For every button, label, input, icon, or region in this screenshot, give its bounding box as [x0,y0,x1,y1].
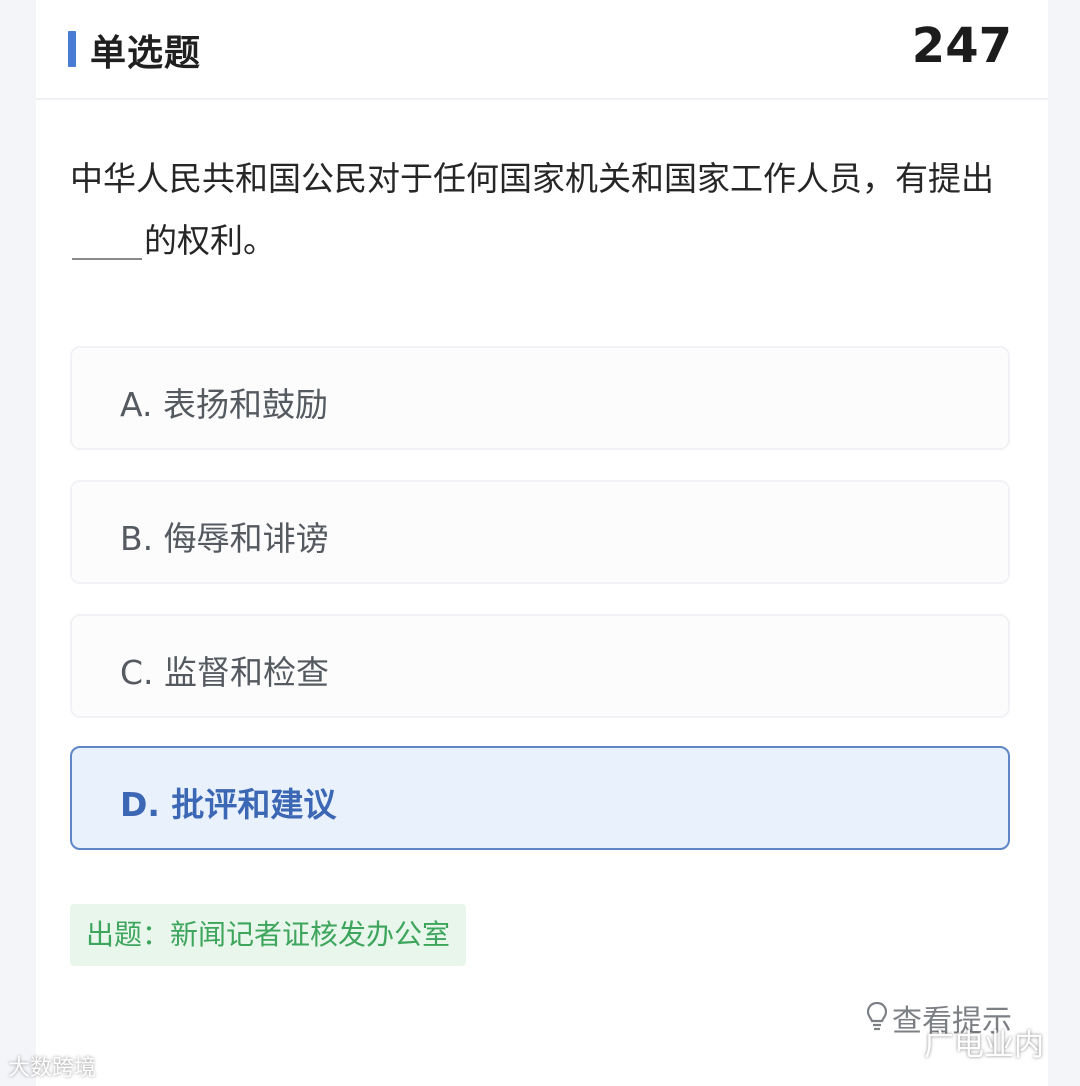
option-c[interactable]: C. 监督和检查 [70,614,1010,718]
watermark-right-text: 广电业内 [924,1028,1044,1063]
option-a-label: A. 表扬和鼓励 [120,385,328,424]
watermark-right: 广电业内 [884,1020,1044,1064]
question-text-after: 的权利。 [144,221,276,260]
watermark-left-text: 大数跨境 [8,1056,97,1081]
option-b[interactable]: B. 侮辱和诽谤 [70,480,1010,584]
option-d[interactable]: D. 批评和建议 [70,746,1010,850]
watermark-left: 大数跨境 [8,1050,96,1082]
option-a[interactable]: A. 表扬和鼓励 [70,346,1010,450]
header-accent-bar [68,31,76,67]
option-c-label: C. 监督和检查 [120,653,330,692]
question-number: 247 [911,18,1012,74]
question-text-before: 中华人民共和国公民对于任何国家机关和国家工作人员，有提出 [70,159,994,198]
question-text: 中华人民共和国公民对于任何国家机关和国家工作人员，有提出的权利。 [70,148,1020,272]
option-d-label: D. 批评和建议 [120,785,337,824]
question-card: 单选题 247 中华人民共和国公民对于任何国家机关和国家工作人员，有提出的权利。… [36,0,1048,1086]
question-type-title: 单选题 [90,33,202,74]
wechat-icon [884,1030,916,1056]
question-blank [72,218,142,260]
question-source-badge: 出题：新闻记者证核发办公室 [70,904,467,966]
option-b-label: B. 侮辱和诽谤 [120,519,329,558]
question-header: 单选题 247 [36,0,1048,100]
